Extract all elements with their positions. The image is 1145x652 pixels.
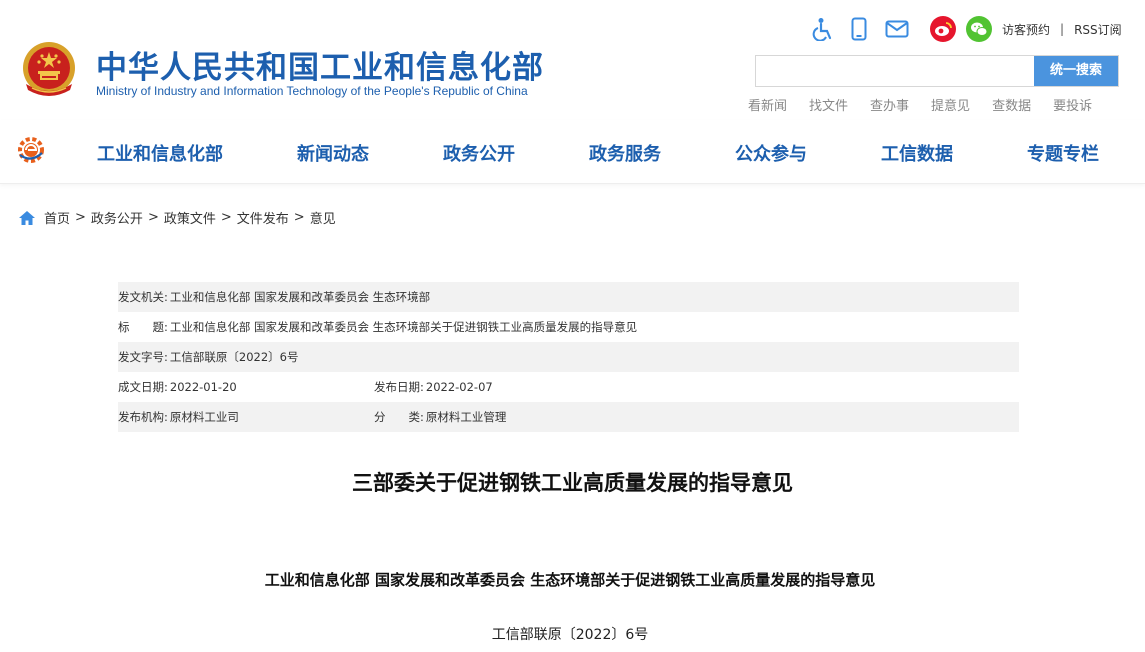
weibo-icon[interactable] [930,16,956,42]
breadcrumb-separator: > [75,210,86,225]
meta-title-label: 标 题: [118,320,168,334]
meta-category-value: 原材料工业管理 [425,410,507,424]
meta-org-value: 原材料工业司 [169,410,239,424]
breadcrumb-separator: > [220,210,232,225]
breadcrumb: 首页 > 政务公开 > 政策文件 > 文件发布 > 意见 [18,208,336,227]
meta-row-org: 发布机构: 原材料工业司 分 类: 原材料工业管理 [118,402,1019,432]
nav-item-participation[interactable]: 公众参与 [735,140,807,166]
national-emblem-icon[interactable] [18,38,80,102]
site-title[interactable]: 中华人民共和国工业和信息化部 [96,42,544,87]
quick-link-services[interactable]: 查办事 [870,95,909,114]
nav-item-data[interactable]: 工信数据 [881,140,953,166]
nav-item-gov-services[interactable]: 政务服务 [589,140,661,166]
meta-docno-value: 工信部联原〔2022〕6号 [169,350,299,364]
site-header: 中华人民共和国工业和信息化部 Ministry of Industry and … [0,0,1145,120]
article-doc-number: 工信部联原〔2022〕6号 [491,627,649,643]
meta-org-label: 发布机构: [118,410,168,424]
main-nav: 工业和信息化部 新闻动态 政务公开 政务服务 公众参与 工信数据 专题专栏 [0,120,1145,184]
quick-link-news[interactable]: 看新闻 [748,95,787,114]
rss-link[interactable]: RSS订阅 [1074,21,1122,38]
mail-icon[interactable] [882,16,912,42]
accessibility-icon[interactable] [810,16,836,42]
meta-org-cell: 发布机构: 原材料工业司 [118,409,374,425]
quick-link-data[interactable]: 查数据 [992,95,1031,114]
meta-created-value: 2022-01-20 [169,380,237,394]
search-button[interactable]: 统一搜索 [1034,56,1118,86]
meta-issuer-value: 工业和信息化部 国家发展和改革委员会 生态环境部 [169,290,431,304]
meta-row-title: 标 题: 工业和信息化部 国家发展和改革委员会 生态环境部关于促进钢铁工业高质量… [118,312,1019,342]
quick-link-feedback[interactable]: 提意见 [931,95,970,114]
breadcrumb-separator: > [293,210,305,225]
meta-published-value: 2022-02-07 [425,380,493,394]
home-icon[interactable] [18,210,36,226]
meta-created-cell: 成文日期: 2022-01-20 [118,379,374,395]
breadcrumb-separator: > [147,210,159,225]
breadcrumb-opinion[interactable]: 意见 [310,208,336,227]
document-metadata: 发文机关: 工业和信息化部 国家发展和改革委员会 生态环境部 标 题: 工业和信… [118,282,1019,432]
quick-links: 看新闻 找文件 查办事 提意见 查数据 要投诉 [748,95,1114,114]
meta-row-docno: 发文字号: 工信部联原〔2022〕6号 [118,342,1019,372]
breadcrumb-gov-affairs[interactable]: 政务公开 [91,208,143,227]
header-tools: 访客预约 | RSS订阅 [810,16,1122,42]
breadcrumb-policy-docs[interactable]: 政策文件 [164,208,216,227]
quick-link-files[interactable]: 找文件 [809,95,848,114]
nav-item-ministry[interactable]: 工业和信息化部 [97,140,223,166]
search-input[interactable] [756,56,1034,86]
article-title: 三部委关于促进钢铁工业高质量发展的指导意见 [352,471,793,495]
article-subhead: 工业和信息化部 国家发展和改革委员会 生态环境部关于促进钢铁工业高质量发展的指导… [264,571,876,589]
breadcrumb-home[interactable]: 首页 [44,208,70,227]
nav-item-gov-affairs[interactable]: 政务公开 [443,140,515,166]
meta-issuer-label: 发文机关: [118,290,168,304]
nav-item-special[interactable]: 专题专栏 [1027,140,1099,166]
meta-docno-label: 发文字号: [118,350,168,364]
visitor-appointment-link[interactable]: 访客预约 [1002,21,1050,38]
meta-published-label: 发布日期: [374,380,424,394]
nav-item-news[interactable]: 新闻动态 [297,140,369,166]
meta-row-issuer: 发文机关: 工业和信息化部 国家发展和改革委员会 生态环境部 [118,282,1019,312]
tools-separator: | [1060,22,1065,36]
meta-created-label: 成文日期: [118,380,168,394]
meta-title-value: 工业和信息化部 国家发展和改革委员会 生态环境部关于促进钢铁工业高质量发展的指导… [169,320,638,334]
meta-row-dates: 成文日期: 2022-01-20 发布日期: 2022-02-07 [118,372,1019,402]
quick-link-complaint[interactable]: 要投诉 [1053,95,1092,114]
meta-category-label: 分 类: [374,410,424,424]
wechat-icon[interactable] [966,16,992,42]
meta-category-cell: 分 类: 原材料工业管理 [374,409,506,425]
mobile-icon[interactable] [846,16,872,42]
meta-published-cell: 发布日期: 2022-02-07 [374,379,493,395]
search-box: 统一搜索 [755,55,1119,87]
site-subtitle: Ministry of Industry and Information Tec… [96,84,528,98]
ministry-logo-icon[interactable] [16,135,46,165]
breadcrumb-doc-release[interactable]: 文件发布 [237,208,289,227]
